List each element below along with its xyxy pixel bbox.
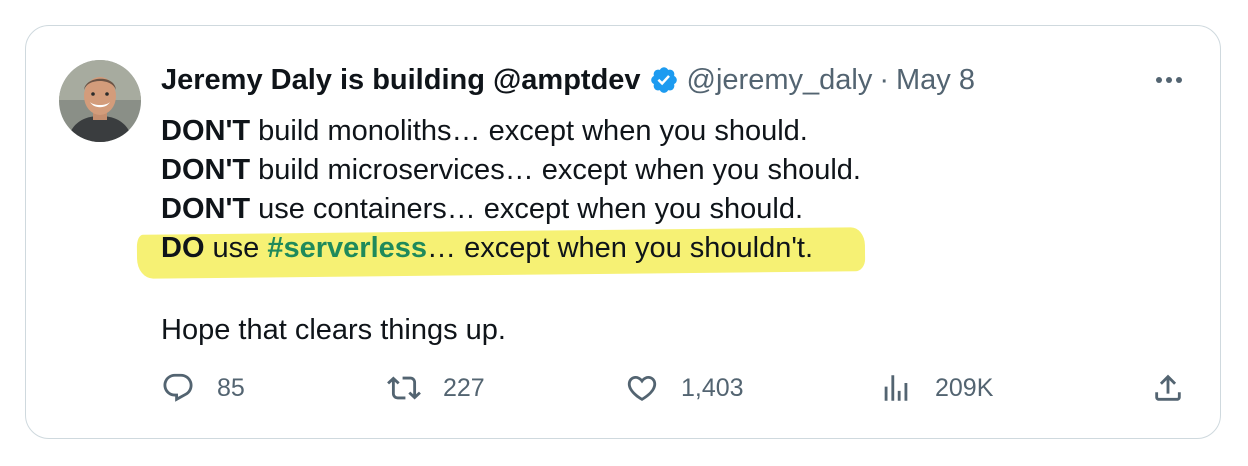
tweet-line-2-bold: DON'T: [161, 154, 251, 186]
reply-button[interactable]: 85: [161, 366, 245, 410]
like-button[interactable]: 1,403: [625, 366, 744, 410]
author-handle[interactable]: @jeremy_daly: [687, 62, 873, 98]
retweet-icon: [387, 371, 421, 405]
verified-badge-icon[interactable]: [649, 65, 679, 95]
tweet-line-2-text: build microservices… except when you sho…: [250, 154, 861, 186]
share-icon: [1151, 371, 1185, 405]
tweet-line-3: DON'T use containers… except when you sh…: [161, 190, 1161, 229]
views-button[interactable]: 209K: [879, 366, 993, 410]
tweet-line-3-bold: DON'T: [161, 193, 251, 225]
reply-count: 85: [217, 373, 245, 402]
author-display-name[interactable]: Jeremy Daly is building @amptdev: [161, 62, 641, 98]
heart-icon: [625, 371, 659, 405]
tweet-line-4-highlighted: DO use #serverless… except when you shou…: [136, 227, 1161, 279]
avatar[interactable]: [59, 60, 141, 142]
tweet-card[interactable]: Jeremy Daly is building @amptdev @jeremy…: [25, 25, 1221, 439]
avatar-photo: [59, 60, 141, 142]
tweet-text: DON'T build monoliths… except when you s…: [136, 112, 1161, 350]
share-button[interactable]: [1151, 366, 1185, 410]
tweet-header: Jeremy Daly is building @amptdev @jeremy…: [161, 62, 975, 98]
tweet-line-1-bold: DON'T: [161, 115, 251, 147]
like-count: 1,403: [681, 373, 744, 402]
tweet-line-4-post: … except when you shouldn't.: [427, 232, 814, 264]
tweet-line-2: DON'T build microservices… except when y…: [161, 151, 1161, 190]
tweet-line-1: DON'T build monoliths… except when you s…: [161, 112, 1161, 151]
tweet-line-4-pre: use: [204, 232, 268, 264]
hashtag-link[interactable]: #serverless: [267, 232, 427, 264]
more-options-icon[interactable]: [1152, 68, 1186, 92]
tweet-date[interactable]: May 8: [896, 62, 975, 98]
views-icon: [879, 371, 913, 405]
tweet-actions: 85 227 1,403 209K: [161, 366, 1191, 410]
views-count: 209K: [935, 373, 994, 402]
header-separator: ·: [879, 64, 889, 96]
retweet-count: 227: [443, 373, 485, 402]
tweet-closing-line: Hope that clears things up.: [161, 314, 506, 346]
retweet-button[interactable]: 227: [387, 366, 485, 410]
reply-icon: [161, 371, 195, 405]
tweet-line-3-text: use containers… except when you should.: [250, 193, 804, 225]
tweet-line-4-bold: DO: [161, 232, 205, 264]
tweet-line-1-text: build monoliths… except when you should.: [250, 115, 808, 147]
